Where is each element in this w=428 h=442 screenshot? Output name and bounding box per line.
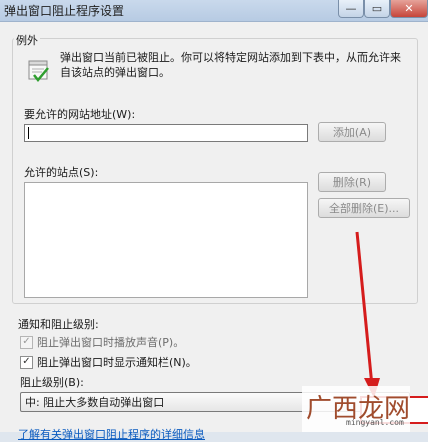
play-sound-checkbox[interactable]: ✓ bbox=[20, 335, 33, 349]
close-icon: ✕ bbox=[404, 2, 414, 15]
dialog-client: 例外 弹出窗口当前已被阻止。你可以将特定网站添加到下表中，从而允许来自该站点的弹… bbox=[0, 22, 428, 441]
learn-more-link[interactable]: 了解有关弹出窗口阻止程序的详细信息 bbox=[18, 426, 205, 442]
play-sound-label: 阻止弹出窗口时播放声音(P)。 bbox=[37, 336, 185, 349]
maximize-button[interactable]: ▭ bbox=[364, 0, 390, 18]
remove-button[interactable]: 删除(R) bbox=[318, 172, 386, 192]
minimize-button[interactable]: — bbox=[338, 0, 364, 18]
allowed-sites-list[interactable] bbox=[24, 182, 308, 298]
maximize-icon: ▭ bbox=[371, 2, 383, 15]
add-button[interactable]: 添加(A) bbox=[318, 122, 386, 142]
watermark-url: mingyanl.com bbox=[346, 418, 404, 427]
exceptions-legend: 例外 bbox=[14, 32, 40, 48]
show-bar-checkbox[interactable]: ✓ bbox=[20, 355, 33, 369]
show-bar-row[interactable]: ✓ 阻止弹出窗口时显示通知栏(N)。 bbox=[20, 354, 197, 370]
minimize-icon: — bbox=[345, 2, 357, 15]
text-caret bbox=[28, 127, 29, 139]
address-input[interactable] bbox=[24, 124, 308, 142]
play-sound-row[interactable]: ✓ 阻止弹出窗口时播放声音(P)。 bbox=[20, 334, 184, 350]
close-window-button[interactable]: ✕ bbox=[390, 0, 428, 18]
window-title: 弹出窗口阻止程序设置 bbox=[4, 4, 125, 18]
popup-blocker-icon bbox=[28, 60, 49, 82]
address-label: 要允许的网站地址(W): bbox=[24, 108, 136, 121]
show-bar-label: 阻止弹出窗口时显示通知栏(N)。 bbox=[37, 356, 197, 369]
title-bar: 弹出窗口阻止程序设置 — ▭ ✕ bbox=[0, 0, 428, 22]
block-level-label: 阻止级别(B): bbox=[20, 376, 84, 389]
allowed-sites-label: 允许的站点(S): bbox=[24, 166, 99, 179]
exceptions-description: 弹出窗口当前已被阻止。你可以将特定网站添加到下表中，从而允许来自该站点的弹出窗口… bbox=[60, 51, 401, 79]
watermark: 广西龙网 mingyanl.com bbox=[302, 386, 410, 432]
remove-all-button[interactable]: 全部删除(E)... bbox=[318, 198, 410, 218]
block-level-value: 中: 阻止大多数自动弹出窗口 bbox=[25, 396, 165, 409]
notifications-label: 通知和阻止级别: bbox=[18, 318, 99, 331]
